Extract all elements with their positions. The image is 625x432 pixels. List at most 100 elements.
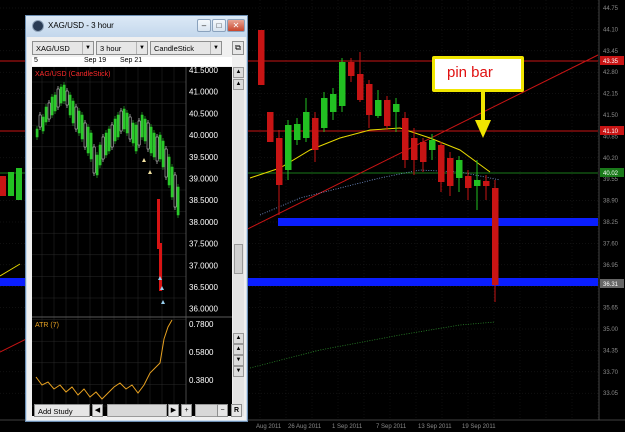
timeframe-value: 3 hour — [100, 44, 122, 53]
candle-body — [483, 181, 490, 186]
date-bar-left: 5 — [34, 57, 38, 64]
candle-body — [456, 160, 463, 178]
date-label-sep19: Sep 19 — [84, 57, 107, 64]
window-candle-body — [74, 106, 78, 130]
candle-body — [366, 84, 373, 115]
atr-panel-label: ATR (7) — [35, 322, 59, 329]
price-axis-tick: 37.60 — [603, 241, 619, 247]
window-candle-body — [89, 132, 93, 160]
atr-scroll-down-icon[interactable]: ▼ — [233, 355, 244, 366]
date-label-sep21: Sep 21 — [120, 57, 143, 64]
vertical-scroll-thumb[interactable] — [234, 244, 243, 274]
price-axis-tick: 40.85 — [603, 134, 619, 140]
zoom-out-button[interactable]: − — [217, 404, 228, 417]
chevron-down-icon: ▼ — [210, 42, 221, 54]
candle-body — [384, 100, 391, 126]
candle-body — [303, 112, 310, 138]
window-price-chart[interactable]: XAG/USD (CandleStick) ATR (7) 41.5000 41.… — [32, 67, 232, 416]
support-zone-lower — [248, 278, 598, 286]
window-candle-body — [167, 156, 171, 186]
bottom-bar: Add Study ◀ ▶ + − R — [32, 404, 244, 418]
window-candle-body — [134, 124, 138, 152]
atr-scroll-mid-icon[interactable]: ▲ — [233, 344, 244, 355]
price-axis-tick: 38.25 — [603, 220, 619, 226]
window-candle-body — [53, 94, 57, 112]
price-axis-tick: 41.50 — [603, 113, 619, 119]
maximize-button[interactable]: □ — [212, 19, 226, 32]
date-axis-tick: 19 Sep 2011 — [462, 424, 496, 430]
price-axis-tick: 34.35 — [603, 348, 619, 354]
date-axis-tick: 7 Sep 2011 — [376, 424, 407, 430]
add-study-label: Add Study — [38, 407, 73, 416]
window-candle-body — [101, 136, 105, 160]
price-axis-tick: 39.55 — [603, 177, 619, 183]
window-candle-body — [110, 124, 114, 148]
candle-body — [0, 176, 6, 196]
detach-chart-button[interactable]: ⧉ — [232, 41, 244, 55]
scroll-left-icon[interactable]: ◀ — [92, 404, 103, 417]
candle-body — [420, 142, 427, 162]
candle-body — [447, 158, 454, 186]
candle-body — [321, 98, 328, 128]
window-candle-body — [128, 116, 132, 140]
symbol-dropdown[interactable]: XAG/USD ▼ — [32, 41, 94, 55]
window-candle-body — [80, 114, 84, 140]
zoom-in-button[interactable]: + — [181, 404, 192, 417]
window-titlebar[interactable]: XAG/USD - 3 hour – □ ✕ — [26, 16, 247, 37]
candle-body — [411, 138, 418, 160]
window-candle-body — [35, 128, 39, 138]
vertical-scrollbar[interactable]: ▲ ▲ ▲ ▲ ▼ ▼ — [233, 67, 244, 416]
window-title: XAG/USD - 3 hour — [48, 21, 114, 30]
window-drop-candle — [157, 199, 160, 249]
window-candle-body — [95, 154, 99, 176]
candle-body — [258, 30, 265, 85]
candle-body — [339, 62, 346, 106]
price-axis-tick: 44.10 — [603, 27, 619, 33]
minimize-button[interactable]: – — [197, 19, 211, 32]
atr-scroll-end-icon[interactable]: ▼ — [233, 366, 244, 377]
horizontal-scrollbar[interactable] — [107, 404, 167, 417]
price-axis-tick: 33.70 — [603, 370, 619, 376]
window-drop-candle — [159, 243, 162, 291]
window-candle-body — [71, 100, 75, 124]
atr-scroll-up-icon[interactable]: ▲ — [233, 333, 244, 344]
timeframe-dropdown[interactable]: 3 hour ▼ — [96, 41, 148, 55]
support-zone-left — [0, 278, 25, 286]
window-price-tick: 39.0000 — [189, 175, 218, 184]
chart-window[interactable]: XAG/USD - 3 hour – □ ✕ XAG/USD ▼ 3 hour … — [25, 15, 248, 422]
window-candle-body — [164, 148, 168, 178]
scroll-right-icon[interactable]: ▶ — [168, 404, 179, 417]
price-axis-tick: 38.90 — [603, 199, 619, 205]
window-price-tick: 38.0000 — [189, 218, 218, 227]
window-price-tick: 38.5000 — [189, 196, 218, 205]
window-candle-body — [44, 106, 48, 123]
candle-body — [267, 112, 274, 142]
price-flag-text: 36.31 — [603, 282, 619, 288]
window-candle-body — [161, 140, 165, 168]
atr-tick: 0.3800 — [189, 376, 214, 385]
candle-body — [285, 125, 292, 170]
scroll-up-icon[interactable]: ▲ — [233, 67, 244, 78]
window-candle-body — [77, 110, 81, 134]
window-candle-body — [125, 112, 129, 134]
window-candle-body — [173, 174, 177, 208]
price-axis-tick: 33.05 — [603, 391, 619, 397]
window-candle-body — [140, 114, 144, 138]
chart-type-dropdown[interactable]: CandleStick ▼ — [150, 41, 222, 55]
candle-body — [330, 94, 337, 112]
scroll-up-alt-icon[interactable]: ▲ — [233, 79, 244, 90]
candle-body — [312, 118, 319, 150]
price-axis-tick: 42.15 — [603, 92, 619, 98]
candle-body — [465, 176, 472, 188]
close-button[interactable]: ✕ — [227, 19, 245, 32]
candle-body — [357, 74, 364, 100]
candle-body — [393, 104, 400, 112]
price-flag-text: 41.10 — [603, 129, 619, 135]
window-candle-body — [143, 118, 147, 142]
reset-button[interactable]: R — [231, 404, 242, 417]
price-axis-tick: 35.65 — [603, 306, 619, 312]
add-study-dropdown[interactable]: Add Study — [34, 404, 90, 417]
price-flag-text: 43.35 — [603, 59, 619, 65]
window-candle-body — [62, 84, 66, 102]
window-price-tick: 41.0000 — [189, 88, 218, 97]
